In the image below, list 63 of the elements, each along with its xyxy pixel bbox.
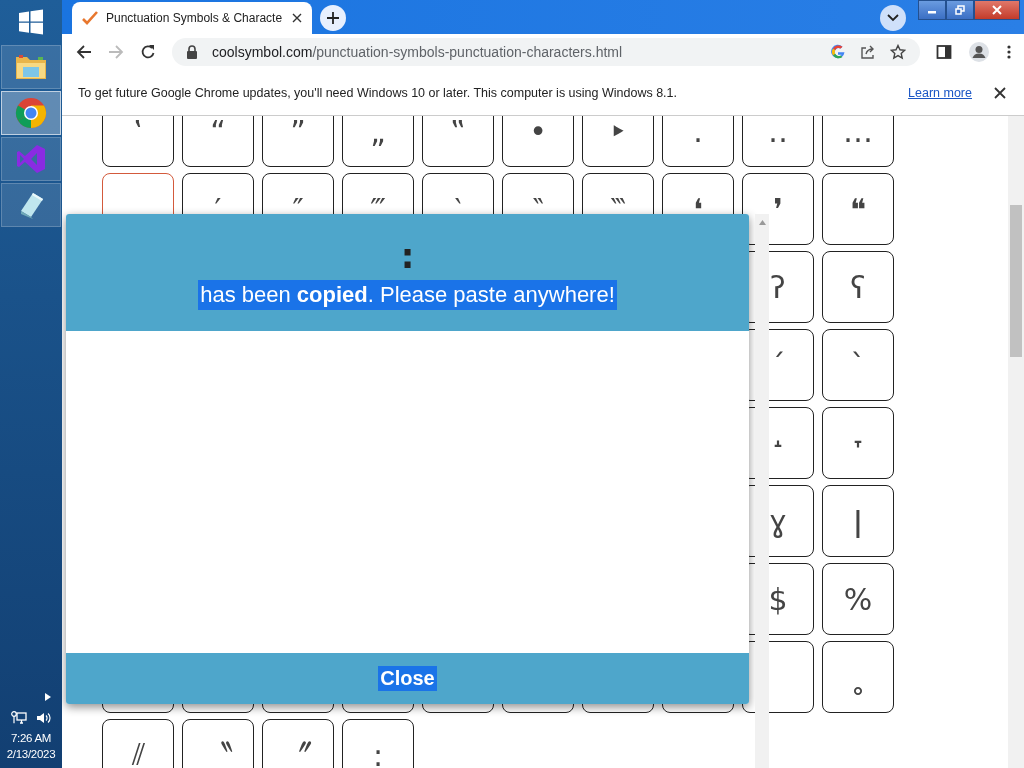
folder-icon [14, 52, 48, 82]
symbol-key[interactable]: ǀ [822, 485, 894, 557]
plus-icon [326, 11, 340, 25]
lock-icon [186, 45, 198, 59]
symbol-key[interactable]: 〝 [182, 719, 254, 768]
network-icon[interactable] [11, 710, 27, 726]
taskbar-app-button[interactable] [1, 183, 61, 227]
taskbar-app-button[interactable] [1, 45, 61, 89]
clock-date[interactable]: 2/13/2023 [6, 746, 56, 762]
star-icon[interactable] [890, 44, 906, 60]
symbol-key[interactable]: ‛ [102, 116, 174, 167]
close-window-button[interactable] [974, 0, 1020, 20]
symbol-key[interactable]: ‟ [422, 116, 494, 167]
symbol-key[interactable]: ” [262, 116, 334, 167]
browser-tab[interactable]: Punctuation Symbols & Characte [72, 2, 312, 34]
symbol-key[interactable]: ❝ [822, 173, 894, 245]
symbol-key[interactable]: ‣ [582, 116, 654, 167]
chrome-icon [15, 97, 47, 129]
new-tab-button[interactable] [320, 5, 346, 31]
symbol-key[interactable]: ⫽ [102, 719, 174, 768]
close-icon[interactable] [292, 13, 302, 23]
symbol-key[interactable]: “ [182, 116, 254, 167]
show-hidden-icons-icon[interactable] [44, 692, 52, 702]
symbol-key[interactable]: ˕ [822, 407, 894, 479]
address-bar[interactable]: coolsymbol.com/punctuation-symbols-punctuation-characters.html [172, 38, 920, 66]
symbol-key[interactable]: ˳ [822, 641, 894, 713]
close-button[interactable]: Close [378, 666, 437, 691]
profile-icon[interactable] [968, 41, 990, 63]
scrollbar-thumb[interactable] [1010, 205, 1022, 357]
info-message: To get future Google Chrome updates, you'll need Windows 10 or later. This computer is using Windows 8.1. [78, 85, 678, 100]
symbol-key[interactable]: 〞 [262, 719, 334, 768]
url-text: coolsymbol.com/punctuation-symbols-punctuation-characters.html [212, 44, 623, 60]
close-icon [991, 5, 1003, 15]
symbol-key[interactable]: ʕ [822, 251, 894, 323]
symbol-key[interactable]: • [502, 116, 574, 167]
modal-scrollbar[interactable] [755, 214, 769, 768]
close-icon[interactable] [994, 86, 1006, 99]
symbol-key[interactable]: ․ [662, 116, 734, 167]
taskbar-app-button[interactable] [1, 91, 61, 135]
symbol-key[interactable]: ‥ [742, 116, 814, 167]
symbol-key[interactable]: : [342, 719, 414, 768]
side-panel-icon[interactable] [936, 44, 952, 60]
chevron-down-icon [887, 14, 899, 22]
restore-button[interactable] [946, 0, 974, 20]
studio-icon [15, 143, 47, 175]
windows-logo-icon [18, 9, 44, 35]
clock-time[interactable]: 7:26 AM [10, 730, 52, 746]
restore-icon [955, 5, 965, 15]
checkmark-icon [82, 10, 98, 26]
learn-more-link[interactable]: Learn more [908, 85, 972, 100]
minimize-button[interactable] [918, 0, 946, 20]
menu-icon[interactable] [1006, 44, 1012, 60]
back-icon[interactable] [76, 44, 92, 60]
symbol-key[interactable]: „ [342, 116, 414, 167]
volume-icon[interactable] [35, 710, 51, 726]
reload-icon[interactable] [140, 44, 156, 60]
share-icon[interactable] [860, 44, 876, 60]
symbol-key[interactable]: ˋ [822, 329, 894, 401]
google-icon[interactable] [830, 44, 846, 60]
copied-message: has been copied. Please paste anywhere! [198, 279, 617, 310]
symbol-key[interactable]: … [822, 116, 894, 167]
symbol-key[interactable]: % [822, 563, 894, 635]
tab-search-button[interactable] [880, 5, 906, 31]
